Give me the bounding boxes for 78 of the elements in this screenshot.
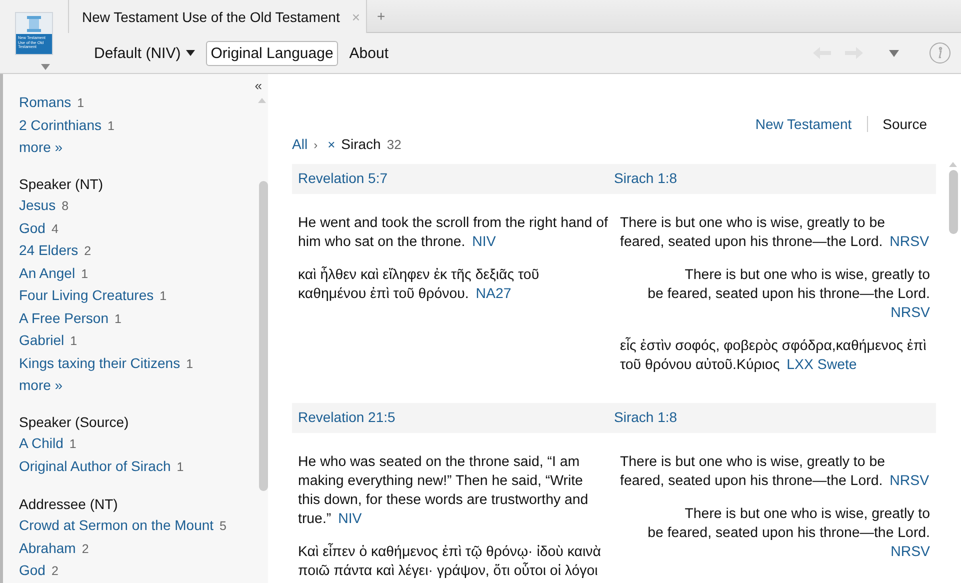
reference-link[interactable]: Sirach 1:8 — [614, 170, 678, 186]
facet-link[interactable]: Romans — [19, 92, 72, 114]
facet-link[interactable]: Abraham — [19, 538, 76, 559]
filter-label: Sirach — [341, 136, 381, 152]
caret-icon — [40, 64, 50, 70]
remove-filter-button[interactable]: × — [328, 137, 336, 152]
passage-text: εἷς ἐστὶν σοφός, φοβερὸς σφόδρα,καθήμενος ἐπὶ τοῦ θρόνου αὐτοῦ.Κύριος LXX Swete — [620, 337, 928, 375]
passage-text: There is but one who is wise, greatly to be feared, seated upon his throne—the Lord. NRSV — [646, 505, 930, 562]
facet-heading: Speaker (Source) — [19, 413, 130, 432]
more-link[interactable]: more » — [19, 137, 63, 158]
scrollbar-thumb[interactable] — [259, 181, 268, 491]
facet-count: 1 — [160, 288, 167, 305]
collapse-sidebar-button[interactable]: « — [254, 78, 262, 93]
facet-link[interactable]: God — [19, 560, 46, 582]
more-link[interactable]: more » — [19, 375, 63, 396]
result-count: 32 — [386, 137, 402, 152]
passage-text: καὶ ἦλθεν καὶ εἴληφεν ἐκ τῆς δεξιᾶς τοῦ καθημένου ἐπὶ τοῦ θρόνου. NA27 — [298, 266, 540, 304]
passage-text: He who was seated on the throne said, “I am making everything new!” Then he said, “Write this down, for these words are trustworthy and true.” NIV — [298, 453, 590, 529]
facet-count: 1 — [186, 356, 194, 372]
version-link[interactable]: NRSV — [890, 544, 930, 560]
facet-count: 1 — [70, 333, 78, 350]
scroll-up-icon[interactable] — [949, 162, 957, 167]
facet-count: 1 — [69, 436, 76, 453]
breadcrumb-separator: › — [314, 138, 318, 152]
facet-link[interactable]: An Angel — [19, 262, 76, 284]
facet-link[interactable]: 2 Corinthians — [19, 114, 102, 136]
facet-count: 1 — [81, 266, 88, 282]
passage-text: He went and took the scroll from the right hand of him who sat on the throne. NIV — [298, 214, 608, 252]
new-tab-button[interactable]: + — [367, 0, 396, 32]
facet-count: 2 — [51, 563, 58, 580]
passage-text: There is but one who is wise, greatly to be feared, seated upon his throne—the Lord. NRSV — [646, 266, 930, 323]
facet-count: 8 — [62, 198, 69, 215]
facet-count: 2 — [84, 243, 92, 260]
facet-link[interactable]: God — [19, 218, 46, 239]
version-link[interactable]: NRSV — [890, 234, 930, 250]
reference-link[interactable]: Revelation 5:7 — [298, 170, 388, 186]
scroll-icon — [27, 16, 41, 32]
passage-text: There is but one who is wise, greatly to be feared, seated upon his throne—the Lord. NRSV — [620, 214, 930, 252]
scrollbar-thumb[interactable] — [949, 170, 958, 234]
facet-heading: Speaker (NT) — [19, 175, 104, 194]
document-tab[interactable]: New Testament Use of the Old Testament × — [68, 0, 368, 33]
facet-count: 4 — [51, 220, 58, 238]
facet-link[interactable]: Crowd at Sermon on the Mount — [19, 515, 214, 536]
version-link[interactable]: NIV — [338, 511, 362, 527]
facet-count: 1 — [176, 458, 184, 476]
facet-link[interactable]: Gabriel — [19, 330, 64, 352]
facet-count: 1 — [114, 310, 122, 328]
facet-link[interactable]: 24 Elders — [19, 240, 78, 262]
version-dropdown[interactable]: Default (NIV) — [89, 40, 200, 66]
reference-link[interactable]: Sirach 1:8 — [614, 409, 678, 425]
version-link[interactable]: NRSV — [890, 305, 930, 321]
about-link[interactable]: About — [344, 40, 394, 66]
version-link[interactable]: LXX Swete — [786, 357, 857, 373]
original-language-button[interactable]: Original Language — [206, 40, 338, 66]
facet-count: 1 — [77, 95, 84, 112]
view-toggle[interactable]: New Testament — [740, 116, 867, 132]
version-link[interactable]: NA27 — [476, 286, 512, 302]
history-caret-icon[interactable] — [889, 50, 899, 56]
facet-link[interactable]: Jesus — [19, 195, 56, 216]
passage-text: There is but one who is wise, greatly to be feared, seated upon his throne—the Lord. NRSV — [620, 453, 930, 491]
facet-link[interactable]: A Child — [19, 433, 64, 454]
facet-link[interactable]: Four Living Creatures — [19, 285, 154, 306]
version-link[interactable]: NRSV — [890, 473, 930, 489]
breadcrumb-link[interactable]: All — [292, 136, 308, 152]
version-link[interactable]: NIV — [472, 234, 496, 250]
view-toggle[interactable]: Source — [866, 116, 942, 132]
facet-heading: Addressee (NT) — [19, 495, 119, 514]
facet-count: 1 — [108, 118, 114, 134]
facet-link[interactable]: Kings taxing their Citizens — [19, 352, 180, 374]
facet-link[interactable]: A Free Person — [19, 308, 108, 329]
facet-count: 5 — [220, 518, 226, 535]
caret-icon — [186, 50, 195, 56]
facet-link[interactable]: Original Author of Sirach — [19, 456, 171, 477]
scroll-up-icon[interactable] — [258, 98, 266, 103]
facet-count: 2 — [82, 540, 89, 558]
info-icon[interactable] — [929, 42, 951, 64]
reference-link[interactable]: Revelation 21:5 — [298, 409, 396, 425]
passage-text: Καὶ εἶπεν ὁ καθήμενος ἐπὶ τῷ θρόνῳ· ἰδοὺ καινὰ ποιῶ πάντα καὶ λέγει· γράψον, ὅτι οὗτοι οἱ λόγοι — [298, 543, 602, 581]
